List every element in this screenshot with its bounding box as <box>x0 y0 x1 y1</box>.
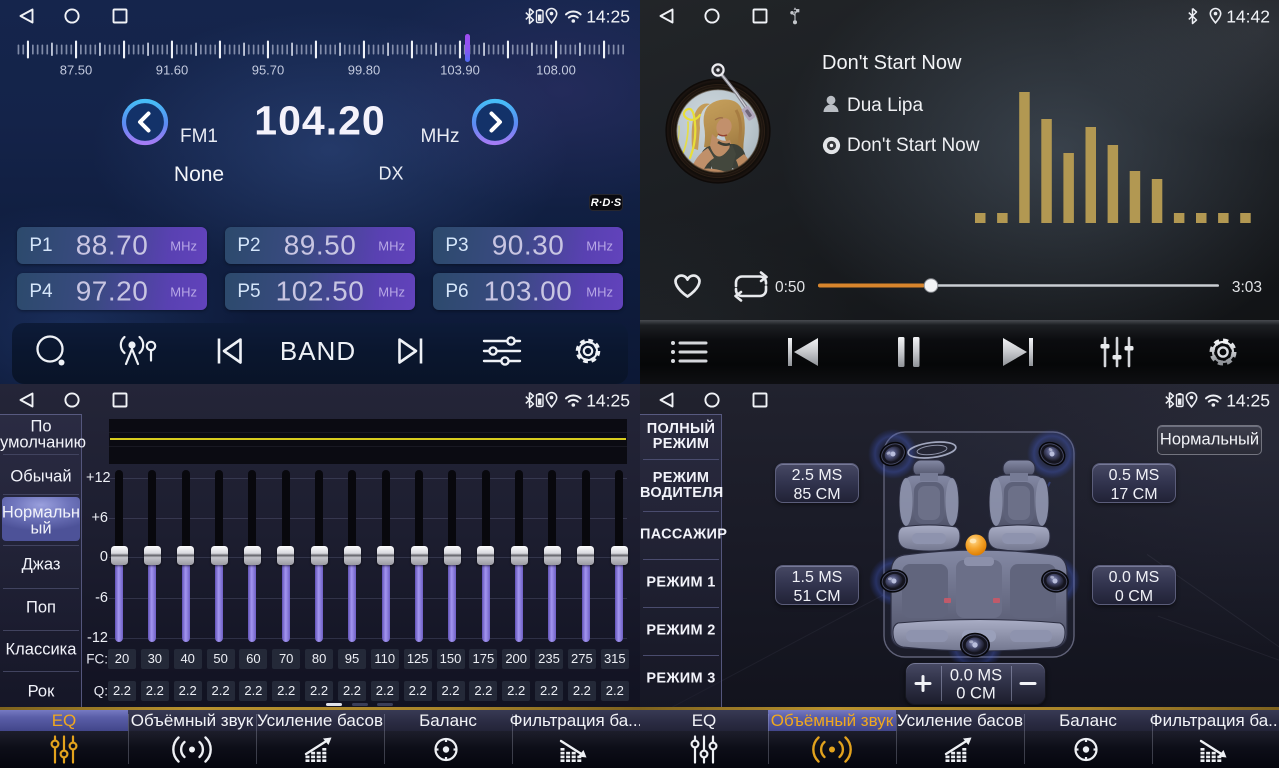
svg-text:14:25: 14:25 <box>1226 391 1270 411</box>
svg-text:14:42: 14:42 <box>1226 7 1270 27</box>
svg-text:BAND: BAND <box>280 336 356 366</box>
svg-text:0:50: 0:50 <box>775 279 806 296</box>
svg-text:14:25: 14:25 <box>586 391 630 411</box>
svg-text:3:03: 3:03 <box>1232 279 1262 296</box>
